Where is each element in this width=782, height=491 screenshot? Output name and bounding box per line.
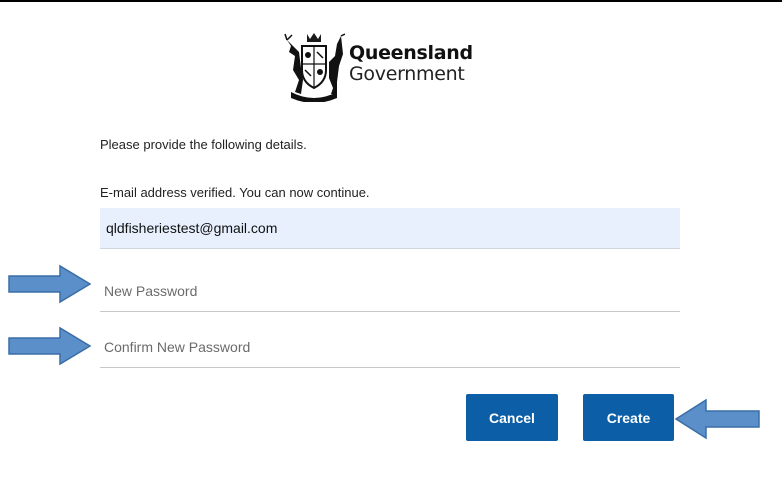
create-button[interactable]: Create [583,394,674,441]
logo-text: Queensland Government [349,44,473,84]
logo-subtitle: Government [349,63,465,85]
logo-title: Queensland [349,42,473,64]
intro-text: Please provide the following details. [100,137,307,152]
new-password-input[interactable] [100,270,680,312]
top-border [0,0,782,2]
queensland-government-logo: Queensland Government [283,30,498,104]
confirm-password-input[interactable] [100,326,680,368]
email-verified-message: E-mail address verified. You can now con… [100,185,370,200]
coat-of-arms-icon [284,33,345,102]
cancel-button[interactable]: Cancel [466,394,558,441]
right-arrow-icon [8,264,92,304]
right-arrow-icon [8,326,92,366]
email-field[interactable]: qldfisheriestest@gmail.com [100,208,680,249]
left-arrow-icon [674,398,760,440]
